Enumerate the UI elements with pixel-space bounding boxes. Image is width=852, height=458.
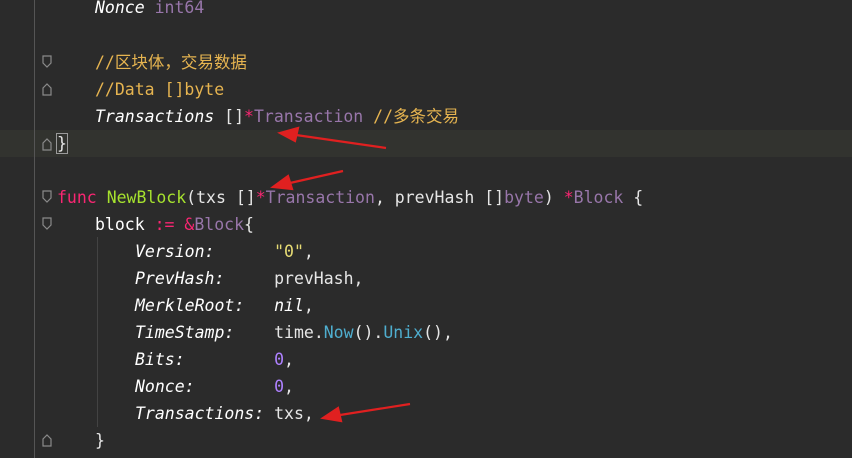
annotation-arrows [270, 126, 411, 423]
arrow-head [320, 406, 343, 423]
arrow-head [270, 174, 294, 191]
annotation-arrow [289, 169, 344, 185]
code-editor[interactable]: Nonce int64//区块体，交易数据//Data []byte Transa… [0, 0, 852, 458]
annotation-arrow [339, 402, 411, 417]
arrow-head [277, 126, 300, 143]
annotation-arrow [295, 133, 387, 150]
